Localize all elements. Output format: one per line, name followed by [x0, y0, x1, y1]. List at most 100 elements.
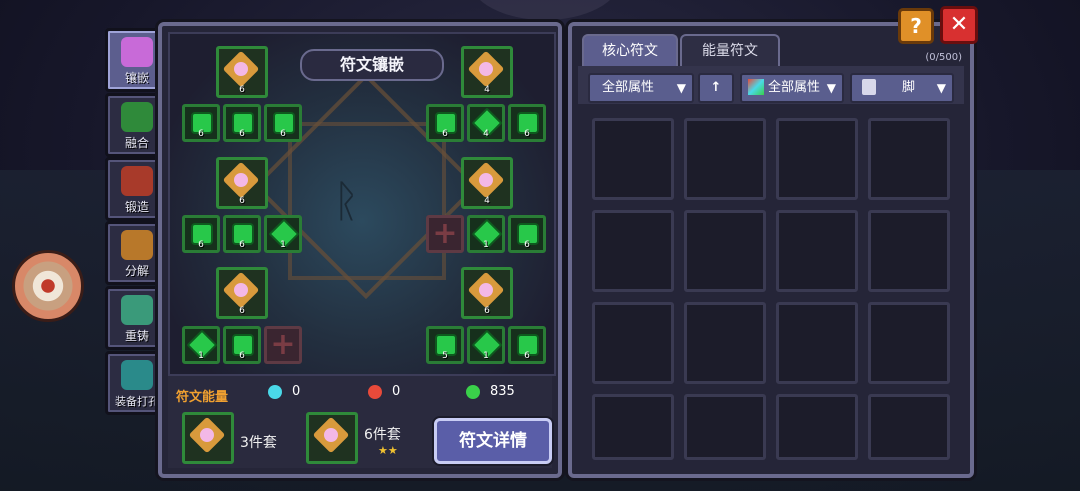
red-energy: 0 — [368, 384, 400, 399]
rune-level: 1 — [198, 351, 204, 361]
dropdown-value: 脚 — [902, 80, 916, 95]
energy-rune-slot[interactable]: 6 — [182, 215, 220, 253]
help-button[interactable]: ? — [898, 8, 934, 44]
rune-inventory-panel: 核心符文 能量符文 (0/500) 全部属性 ▼ ↑ 全部属性 ▼ 脚 ▼ — [568, 22, 974, 478]
inventory-cell[interactable] — [684, 118, 766, 200]
core-rune-slot[interactable]: 6 — [216, 46, 268, 98]
chevron-down-icon: ▼ — [826, 81, 836, 95]
inventory-cell[interactable] — [592, 394, 674, 460]
rune-level: 6 — [198, 240, 204, 250]
energy-rune-slot[interactable]: 6 — [426, 104, 464, 142]
up-arrow-icon: ↑ — [710, 80, 722, 95]
multi-color-attribute-icon — [748, 79, 764, 95]
energy-rune-slot[interactable]: 4 — [467, 104, 505, 142]
tab-energy-runes[interactable]: 能量符文 — [680, 34, 780, 66]
inventory-cell[interactable] — [776, 394, 858, 460]
rune-level: 6 — [239, 306, 245, 316]
inventory-cell[interactable] — [868, 210, 950, 292]
recast-icon — [121, 295, 153, 325]
set-bonus-slot[interactable] — [182, 412, 234, 464]
energy-rune-slot[interactable]: 1 — [182, 326, 220, 364]
inventory-cell[interactable] — [868, 394, 950, 460]
attribute-filter-dropdown[interactable]: 全部属性 ▼ — [588, 73, 694, 103]
chevron-down-icon: ▼ — [676, 81, 686, 95]
energy-rune-slot[interactable]: 6 — [223, 104, 261, 142]
inventory-cell[interactable] — [684, 394, 766, 460]
inventory-cell[interactable] — [592, 118, 674, 200]
inventory-cell[interactable] — [684, 302, 766, 384]
rune-level: 5 — [442, 351, 448, 361]
inventory-cell[interactable] — [776, 210, 858, 292]
rune-level: 6 — [524, 351, 530, 361]
pink-rune-icon — [467, 161, 505, 199]
panel-title: 符文镶嵌 — [300, 49, 444, 81]
core-rune-slot[interactable]: 6 — [216, 267, 268, 319]
filter-bar: 全部属性 ▼ ↑ 全部属性 ▼ 脚 ▼ — [578, 66, 964, 104]
core-rune-slot[interactable]: 4 — [461, 157, 513, 209]
energy-rune-slot[interactable]: 1 — [467, 215, 505, 253]
secondary-attribute-dropdown[interactable]: 全部属性 ▼ — [740, 73, 844, 103]
punch-hole-icon — [121, 360, 153, 390]
inventory-cell[interactable] — [868, 118, 950, 200]
energy-rune-slot[interactable]: 1 — [467, 326, 505, 364]
scroll-icon — [862, 79, 876, 95]
energy-rune-slot[interactable]: 6 — [182, 104, 220, 142]
energy-rune-slot[interactable]: 6 — [508, 104, 546, 142]
rune-level: 6 — [239, 196, 245, 206]
empty-rune-slot[interactable] — [426, 215, 464, 253]
core-rune-slot[interactable]: 4 — [461, 46, 513, 98]
decompose-icon — [121, 230, 153, 260]
inventory-cell[interactable] — [776, 118, 858, 200]
inventory-cell[interactable] — [868, 302, 950, 384]
energy-rune-slot[interactable]: 1 — [264, 215, 302, 253]
pink-rune-icon — [467, 271, 505, 309]
energy-label: 符文能量 — [176, 390, 229, 405]
set-bonus-label: 6件套 — [364, 427, 401, 443]
rune-level: 4 — [483, 129, 489, 139]
rune-level: 4 — [484, 85, 490, 95]
blue-energy: 0 — [268, 384, 300, 399]
rune-level: 6 — [524, 129, 530, 139]
rune-level: 4 — [484, 196, 490, 206]
set-bonus-slot[interactable] — [306, 412, 358, 464]
energy-rune-slot[interactable]: 6 — [508, 326, 546, 364]
rune-level: 6 — [524, 240, 530, 250]
pink-rune-icon — [188, 416, 226, 454]
rune-board: ᚱ 符文镶嵌 6 6 6 4 4 6 6 6 6 6 4 6 6 6 1 + 1… — [168, 32, 556, 376]
pink-rune-icon — [467, 50, 505, 88]
slot-type-dropdown[interactable]: 脚 ▼ — [850, 73, 954, 103]
inventory-cell[interactable] — [776, 302, 858, 384]
sort-order-button[interactable]: ↑ — [698, 73, 734, 103]
rune-level: 6 — [239, 129, 245, 139]
tab-core-runes[interactable]: 核心符文 — [582, 34, 678, 66]
close-button[interactable]: ✕ — [940, 6, 978, 44]
energy-rune-slot[interactable]: 6 — [223, 215, 261, 253]
rune-level: 6 — [198, 129, 204, 139]
inventory-cell[interactable] — [684, 210, 766, 292]
core-rune-slot[interactable]: 6 — [216, 157, 268, 209]
energy-rune-slot[interactable]: 6 — [223, 326, 261, 364]
dropdown-value: 全部属性 — [602, 80, 655, 95]
energy-rune-slot[interactable]: 6 — [264, 104, 302, 142]
core-rune-slot[interactable]: 6 — [461, 267, 513, 319]
energy-rune-slot[interactable]: 6 — [508, 215, 546, 253]
inventory-cell[interactable] — [592, 302, 674, 384]
rune-level: 1 — [280, 240, 286, 250]
rune-level: 6 — [484, 306, 490, 316]
dropdown-value: 全部属性 — [768, 80, 821, 95]
chevron-down-icon: ▼ — [936, 81, 946, 95]
rune-inlay-panel: ᚱ 符文镶嵌 6 6 6 4 4 6 6 6 6 6 4 6 6 6 1 + 1… — [158, 22, 562, 478]
background-moon — [470, 0, 620, 20]
inventory-cell[interactable] — [592, 210, 674, 292]
rune-details-button[interactable]: 符文详情 — [434, 418, 552, 464]
fusion-icon — [121, 102, 153, 132]
rune-level: 6 — [442, 129, 448, 139]
rune-level: 1 — [483, 351, 489, 361]
rune-level: 6 — [280, 129, 286, 139]
energy-rune-slot[interactable]: 5 — [426, 326, 464, 364]
empty-rune-slot[interactable] — [264, 326, 302, 364]
background-target-sprite — [12, 250, 84, 322]
inventory-count: (0/500) — [925, 52, 962, 63]
green-energy: 835 — [466, 384, 515, 399]
rune-energy-bar: 符文能量 0 0 835 3件套 6件套 ★★ 符文详情 — [168, 376, 552, 468]
